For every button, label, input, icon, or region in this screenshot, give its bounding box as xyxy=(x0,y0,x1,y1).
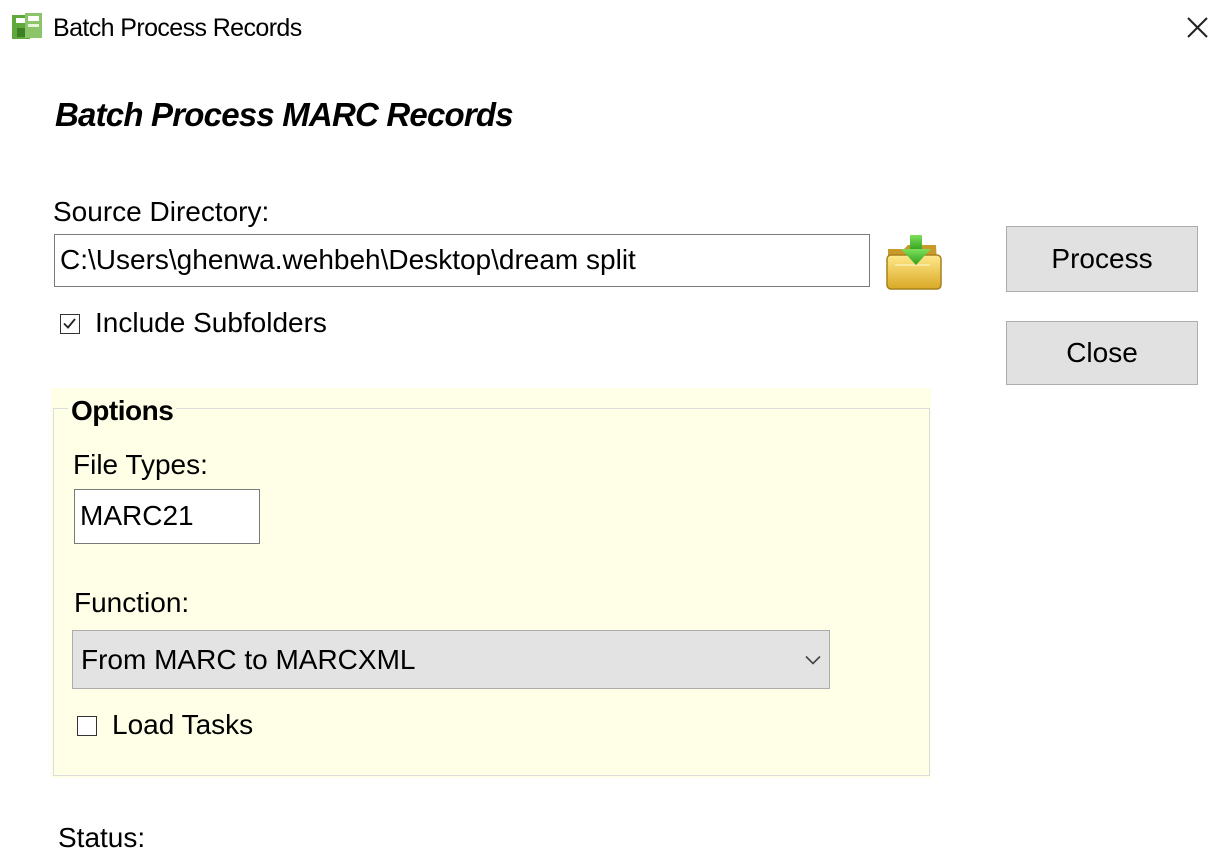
include-subfolders-checkbox[interactable] xyxy=(60,314,80,334)
file-types-input[interactable]: MARC21 xyxy=(74,489,260,544)
process-button[interactable]: Process xyxy=(1006,226,1198,292)
batch-records-icon xyxy=(12,13,42,39)
file-types-label: File Types: xyxy=(73,449,208,480)
load-tasks-label[interactable]: Load Tasks xyxy=(112,708,253,742)
close-icon[interactable] xyxy=(1186,14,1209,40)
checkmark-icon xyxy=(63,318,76,329)
function-label: Function: xyxy=(74,587,190,618)
function-dropdown[interactable]: From MARC to MARCXML xyxy=(72,630,830,689)
dialog-heading: Batch Process MARC Records xyxy=(55,96,514,133)
include-subfolders-label[interactable]: Include Subfolders xyxy=(95,306,327,340)
function-selected-value: From MARC to MARCXML xyxy=(81,644,416,675)
chevron-down-icon xyxy=(805,655,821,665)
source-directory-input[interactable]: C:\Users\ghenwa.wehbeh\Desktop\dream spl… xyxy=(54,234,870,287)
load-tasks-checkbox[interactable] xyxy=(77,716,97,736)
title-bar: Batch Process Records xyxy=(0,0,1209,56)
source-directory-label: Source Directory: xyxy=(53,196,270,227)
options-group-title: Options xyxy=(68,394,177,428)
window-title: Batch Process Records xyxy=(53,14,302,42)
folder-open-icon[interactable] xyxy=(884,233,942,291)
close-button[interactable]: Close xyxy=(1006,321,1198,385)
status-label: Status: xyxy=(58,822,146,853)
